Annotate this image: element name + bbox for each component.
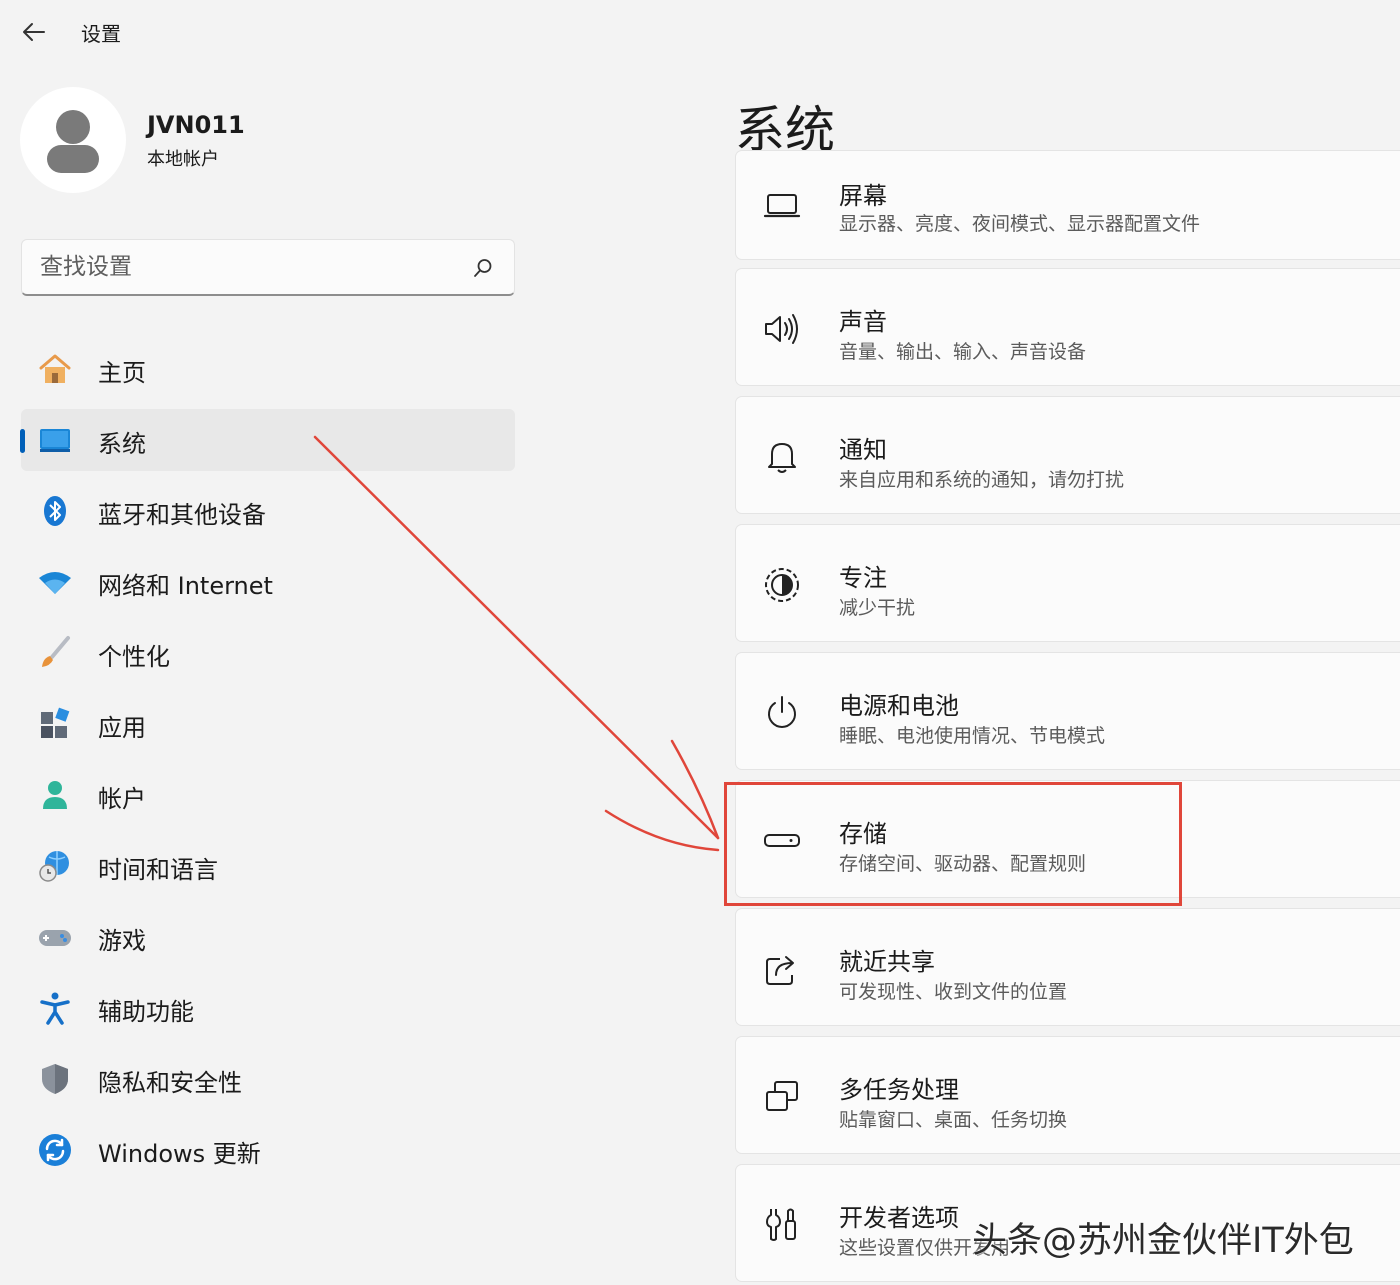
card-subtitle: 音量、输出、输入、声音设备 [839, 341, 1087, 363]
share-icon [766, 956, 794, 985]
bell-icon [768, 443, 796, 473]
highlight-box [724, 782, 1182, 906]
card-subtitle: 贴靠窗口、桌面、任务切换 [839, 1109, 1068, 1131]
nav-item-accessibility[interactable]: 辅助功能 [21, 977, 515, 1039]
user-icon [47, 110, 99, 173]
nav-item-time-language[interactable]: 时间和语言 [21, 835, 515, 897]
nav-item-bluetooth[interactable]: 蓝牙和其他设备 [21, 480, 515, 542]
account-icon [43, 781, 67, 809]
nav-item-gaming[interactable]: 游戏 [21, 906, 515, 968]
nav-item-network[interactable]: 网络和 Internet [21, 551, 515, 613]
multitasking-icon [766, 1081, 798, 1111]
card-display[interactable]: 屏幕 显示器、亮度、夜间模式、显示器配置文件 [735, 150, 1400, 260]
display-icon [763, 194, 801, 218]
avatar [20, 87, 126, 193]
nav-label-accounts: 帐户 [98, 785, 146, 813]
nav-item-apps[interactable]: 应用 [21, 693, 515, 755]
nav-label-windows-update: Windows 更新 [98, 1140, 261, 1168]
user-name: JVN011 [147, 111, 245, 139]
title-bar: 设置 [0, 0, 700, 62]
search-input[interactable] [40, 240, 460, 294]
card-title: 多任务处理 [839, 1076, 959, 1104]
shield-icon [42, 1064, 68, 1094]
search-icon[interactable] [472, 257, 494, 279]
apps-icon [41, 707, 70, 738]
card-subtitle: 来自应用和系统的通知，请勿打扰 [839, 469, 1125, 491]
paint-brush-icon [42, 636, 70, 667]
nav-item-windows-update[interactable]: Windows 更新 [21, 1119, 515, 1181]
nav-label-network: 网络和 Internet [98, 572, 273, 600]
card-subtitle: 可发现性、收到文件的位置 [839, 981, 1068, 1003]
nav-label-gaming: 游戏 [98, 927, 146, 955]
gamepad-icon [39, 930, 71, 946]
windows-update-icon [39, 1134, 71, 1166]
card-title: 声音 [839, 308, 887, 336]
nav-label-accessibility: 辅助功能 [98, 998, 194, 1026]
selection-indicator [20, 429, 25, 453]
card-subtitle: 睡眠、电池使用情况、节电模式 [839, 725, 1106, 747]
nav-label-system: 系统 [98, 430, 146, 458]
nav-label-privacy: 隐私和安全性 [98, 1069, 242, 1097]
account-type: 本地帐户 [147, 149, 219, 170]
card-subtitle: 显示器、亮度、夜间模式、显示器配置文件 [839, 213, 1201, 235]
card-title: 专注 [839, 564, 887, 592]
developer-tools-icon [766, 1208, 796, 1241]
wifi-icon [39, 572, 71, 594]
nav-label-home: 主页 [98, 359, 146, 387]
nav-item-accounts[interactable]: 帐户 [21, 764, 515, 826]
system-monitor-icon [40, 429, 70, 452]
power-icon [768, 696, 796, 728]
accessibility-icon [40, 992, 70, 1025]
nav-item-home[interactable]: 主页 [21, 338, 515, 400]
nav-item-personalization[interactable]: 个性化 [21, 622, 515, 684]
card-nearby-sharing[interactable]: 就近共享 可发现性、收到文件的位置 [735, 908, 1400, 1026]
card-multitasking[interactable]: 多任务处理 贴靠窗口、桌面、任务切换 [735, 1036, 1400, 1154]
card-sound[interactable]: 声音 音量、输出、输入、声音设备 [735, 268, 1400, 386]
card-title: 电源和电池 [839, 692, 959, 720]
watermark: 头条@苏州金伙伴IT外包 [972, 1221, 1354, 1261]
home-icon [39, 354, 71, 383]
card-title: 通知 [839, 436, 887, 464]
time-language-icon [39, 851, 69, 882]
card-title: 就近共享 [839, 948, 935, 976]
card-subtitle: 减少干扰 [839, 597, 916, 619]
back-arrow-icon [23, 23, 45, 41]
card-title: 屏幕 [839, 182, 887, 210]
search-box[interactable] [21, 239, 515, 296]
card-title: 开发者选项 [839, 1204, 959, 1232]
nav-item-privacy[interactable]: 隐私和安全性 [21, 1048, 515, 1110]
card-power[interactable]: 电源和电池 睡眠、电池使用情况、节电模式 [735, 652, 1400, 770]
back-button[interactable] [14, 14, 54, 50]
card-notifications[interactable]: 通知 来自应用和系统的通知，请勿打扰 [735, 396, 1400, 514]
nav-label-personalization: 个性化 [98, 643, 170, 671]
nav-label-apps: 应用 [98, 714, 146, 742]
nav-item-system[interactable]: 系统 [20, 409, 515, 471]
bluetooth-icon [44, 496, 66, 526]
nav-label-bluetooth: 蓝牙和其他设备 [98, 501, 266, 529]
focus-icon [765, 568, 799, 602]
nav-label-time-language: 时间和语言 [98, 856, 218, 884]
app-title: 设置 [81, 22, 121, 46]
card-focus[interactable]: 专注 减少干扰 [735, 524, 1400, 642]
speaker-icon [765, 314, 798, 344]
account-profile[interactable]: JVN011 本地帐户 [20, 87, 520, 197]
